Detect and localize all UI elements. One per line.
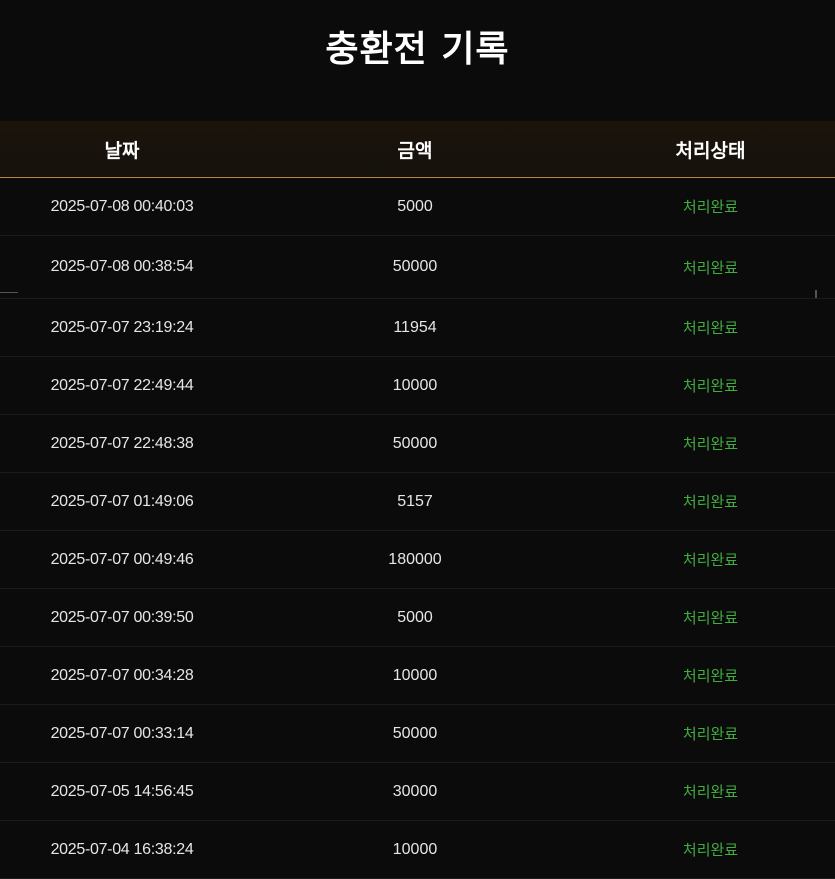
history-table: 날짜 금액 처리상태 2025-07-08 00:40:03 5000 처리완료… (0, 121, 835, 879)
table-row: 2025-07-05 14:56:45 30000 처리완료 (0, 763, 835, 821)
cell-status: 처리완료 (682, 783, 739, 801)
page-title: 충환전 기록 (325, 29, 510, 70)
table-row: 2025-07-08 00:40:03 5000 처리완료 (0, 178, 835, 236)
cell-date: 2025-07-07 00:34:28 (50, 666, 194, 684)
table-row: 2025-07-07 22:48:38 50000 처리완료 (0, 415, 835, 473)
cell-amount: 5000 (397, 608, 433, 626)
cell-status: 처리완료 (682, 841, 739, 859)
cell-date: 2025-07-04 16:38:24 (50, 840, 194, 858)
cell-date: 2025-07-08 00:40:03 (50, 197, 194, 215)
left-edge-mark (0, 292, 18, 293)
cell-status: 처리완료 (682, 258, 739, 277)
table-row: 2025-07-08 00:38:54 50000 처리완료 (0, 236, 835, 299)
cell-status: 처리완료 (682, 551, 739, 569)
table-row: 2025-07-07 22:49:44 10000 처리완료 (0, 357, 835, 415)
cell-amount: 50000 (392, 724, 438, 742)
table-header: 날짜 금액 처리상태 (0, 121, 835, 178)
header-date: 날짜 (104, 139, 140, 162)
cell-status: 처리완료 (682, 493, 739, 511)
cell-status: 처리완료 (682, 667, 739, 685)
cell-amount: 30000 (392, 782, 438, 800)
table-row: 2025-07-07 01:49:06 5157 처리완료 (0, 473, 835, 531)
cell-status: 처리완료 (682, 435, 739, 453)
header-status: 처리상태 (675, 139, 746, 162)
cell-amount: 50000 (392, 258, 438, 275)
cell-amount: 11954 (393, 318, 437, 336)
cell-date: 2025-07-07 23:19:24 (50, 318, 194, 336)
cell-date: 2025-07-07 22:49:44 (50, 376, 194, 394)
cell-amount: 10000 (392, 376, 438, 394)
cell-status: 처리완료 (682, 725, 739, 743)
cell-status: 처리완료 (682, 609, 739, 627)
cell-date: 2025-07-07 01:49:06 (50, 492, 194, 510)
table-row: 2025-07-04 16:38:24 10000 처리완료 (0, 821, 835, 879)
table-row: 2025-07-07 00:49:46 180000 처리완료 (0, 531, 835, 589)
cell-date: 2025-07-07 00:33:14 (50, 724, 194, 742)
cell-status: 처리완료 (682, 198, 739, 216)
table-row: 2025-07-07 00:33:14 50000 처리완료 (0, 705, 835, 763)
cell-amount: 180000 (388, 550, 442, 568)
cell-amount: 10000 (392, 840, 438, 858)
table-row: 2025-07-07 23:19:24 11954 처리완료 (0, 299, 835, 357)
cell-status: 처리완료 (682, 377, 739, 395)
cell-amount: 5000 (397, 197, 433, 215)
cell-amount: 10000 (392, 666, 438, 684)
table-row: 2025-07-07 00:34:28 10000 처리완료 (0, 647, 835, 705)
table-row: 2025-07-07 00:39:50 5000 처리완료 (0, 589, 835, 647)
cell-date: 2025-07-05 14:56:45 (50, 782, 194, 800)
history-page: 충환전 기록 날짜 금액 처리상태 2025-07-08 00:40:03 50… (0, 0, 835, 879)
cell-date: 2025-07-07 00:49:46 (50, 550, 194, 568)
right-edge-mark (815, 290, 817, 298)
cell-amount: 5157 (397, 492, 433, 510)
cell-status: 처리완료 (682, 319, 739, 337)
cell-date: 2025-07-07 22:48:38 (50, 434, 194, 452)
cell-amount: 50000 (392, 434, 438, 452)
header-amount: 금액 (397, 139, 433, 162)
cell-date: 2025-07-07 00:39:50 (50, 608, 194, 626)
cell-date: 2025-07-08 00:38:54 (50, 258, 194, 275)
